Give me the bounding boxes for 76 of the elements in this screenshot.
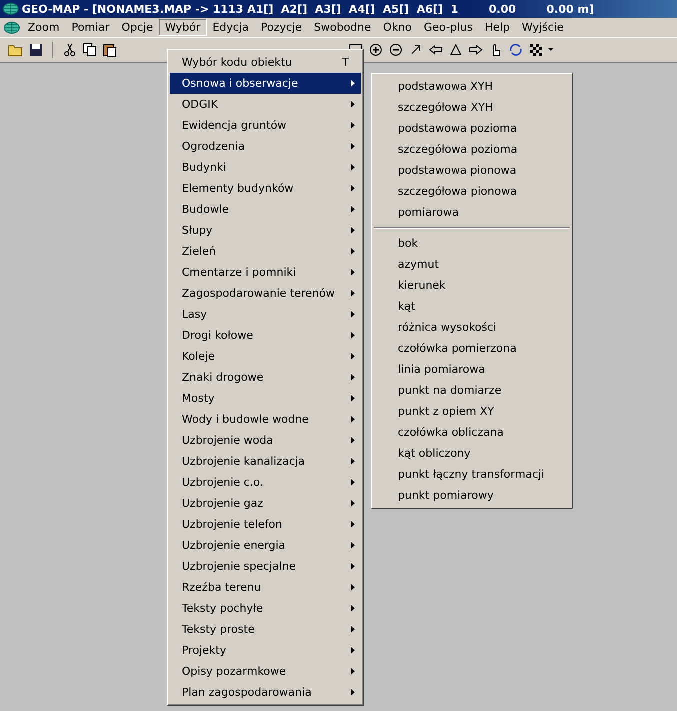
menu-item[interactable]: Zoom bbox=[22, 19, 66, 36]
menu-item[interactable]: punkt łączny transformacji bbox=[372, 464, 572, 485]
left-arrow-icon[interactable] bbox=[428, 42, 444, 58]
menu-item[interactable]: Budynki bbox=[170, 157, 361, 178]
menu-item[interactable]: Uzbrojenie gaz bbox=[170, 493, 361, 514]
menu-item[interactable]: Zieleń bbox=[170, 241, 361, 262]
menu-item[interactable]: Lasy bbox=[170, 304, 361, 325]
menu-item[interactable]: Wybór kodu obiektu T bbox=[170, 52, 361, 73]
menu-item[interactable]: Pomiar bbox=[66, 19, 116, 36]
triangle-icon[interactable] bbox=[448, 42, 464, 58]
menu-item[interactable]: linia pomiarowa bbox=[372, 359, 572, 380]
menu-item[interactable]: podstawowa pionowa bbox=[372, 160, 572, 181]
menu-item[interactable]: różnica wysokości bbox=[372, 317, 572, 338]
menu-item[interactable]: Okno bbox=[377, 19, 418, 36]
zoom-out-icon[interactable] bbox=[388, 42, 404, 58]
refresh-icon[interactable] bbox=[508, 42, 524, 58]
menu-item[interactable]: Wody i budowle wodne bbox=[170, 409, 361, 430]
menu-item[interactable]: Uzbrojenie telefon bbox=[170, 514, 361, 535]
menu-item[interactable]: Geo-plus bbox=[418, 19, 479, 36]
menu-item[interactable]: Wybór bbox=[159, 19, 207, 36]
menu-item[interactable]: Znaki drogowe bbox=[170, 367, 361, 388]
menu-item[interactable]: Swobodne bbox=[308, 19, 378, 36]
menu-item[interactable]: Słupy bbox=[170, 220, 361, 241]
menu-item[interactable]: Mosty bbox=[170, 388, 361, 409]
menu-item[interactable]: Wyjście bbox=[516, 19, 570, 36]
menu-item[interactable]: Uzbrojenie specjalne bbox=[170, 556, 361, 577]
menu-item[interactable]: Budowle bbox=[170, 199, 361, 220]
menu-item[interactable]: punkt pomiarowy bbox=[372, 485, 572, 506]
scissors-icon[interactable] bbox=[62, 42, 78, 58]
clipboard-icon[interactable] bbox=[102, 42, 118, 58]
menu-item[interactable]: Plan zagospodarowania bbox=[170, 682, 361, 703]
globe-icon bbox=[3, 3, 19, 15]
menu-item[interactable]: czołówka pomierzona bbox=[372, 338, 572, 359]
menu-item[interactable]: Elementy budynków bbox=[170, 178, 361, 199]
menu-item[interactable]: Projekty bbox=[170, 640, 361, 661]
copy-icon[interactable] bbox=[82, 42, 98, 58]
menu-item[interactable]: kierunek bbox=[372, 275, 572, 296]
menu-item[interactable]: punkt na domiarze bbox=[372, 380, 572, 401]
menu-item[interactable]: Help bbox=[478, 19, 516, 36]
menu-item[interactable]: Rzeźba terenu bbox=[170, 577, 361, 598]
menu-item[interactable]: Uzbrojenie energia bbox=[170, 535, 361, 556]
menu-item[interactable]: szczegółowa XYH bbox=[372, 97, 572, 118]
menu-item[interactable]: Teksty pochyłe bbox=[170, 598, 361, 619]
right-arrow-icon[interactable] bbox=[468, 42, 484, 58]
menu-item[interactable]: Cmentarze i pomniki bbox=[170, 262, 361, 283]
menu-item[interactable]: szczegółowa pionowa bbox=[372, 181, 572, 202]
menu-item[interactable]: Pozycje bbox=[254, 19, 308, 36]
menu-item[interactable]: Ewidencja gruntów bbox=[170, 115, 361, 136]
menu-item[interactable]: kąt bbox=[372, 296, 572, 317]
menu-item[interactable]: Opisy pozarmkowe bbox=[170, 661, 361, 682]
menu-item[interactable]: Zagospodarowanie terenów bbox=[170, 283, 361, 304]
menu-item[interactable]: szczegółowa pozioma bbox=[372, 139, 572, 160]
menu-item[interactable]: Ogrodzenia bbox=[170, 136, 361, 157]
dropdown-arrow-icon[interactable] bbox=[548, 48, 554, 52]
menu-item[interactable]: podstawowa pozioma bbox=[372, 118, 572, 139]
menu-item[interactable]: Drogi kołowe bbox=[170, 325, 361, 346]
menu-item[interactable]: Uzbrojenie c.o. bbox=[170, 472, 361, 493]
menu-item[interactable]: Edycja bbox=[206, 19, 255, 36]
menu-item[interactable]: ODGIK bbox=[170, 94, 361, 115]
menu-item[interactable]: punkt z opiem XY bbox=[372, 401, 572, 422]
menu-item[interactable]: Opcje bbox=[116, 19, 160, 36]
menu-item[interactable]: pomiarowa bbox=[372, 202, 572, 223]
window-title: GEO-MAP - [NONAME3.MAP -> 1113 A1[] A2[] A3[] A4[] A5[] A6[] 1 0.00 0.00 m] bbox=[22, 2, 594, 16]
menu-item[interactable]: kąt obliczony bbox=[372, 443, 572, 464]
menu-item[interactable]: azymut bbox=[372, 254, 572, 275]
menu-item[interactable]: czołówka obliczana bbox=[372, 422, 572, 443]
zoom-in-icon[interactable] bbox=[368, 42, 384, 58]
checkerboard-icon[interactable] bbox=[528, 42, 544, 58]
menu-item[interactable]: Uzbrojenie woda bbox=[170, 430, 361, 451]
menu-item[interactable]: bok bbox=[372, 233, 572, 254]
menu-item[interactable]: Osnowa i obserwacje bbox=[170, 73, 361, 94]
globe-icon[interactable] bbox=[4, 22, 20, 34]
menu-item[interactable]: Koleje bbox=[170, 346, 361, 367]
menu-item[interactable]: Teksty proste bbox=[170, 619, 361, 640]
menu-item[interactable]: podstawowa XYH bbox=[372, 76, 572, 97]
menu-item[interactable]: Uzbrojenie kanalizacja bbox=[170, 451, 361, 472]
